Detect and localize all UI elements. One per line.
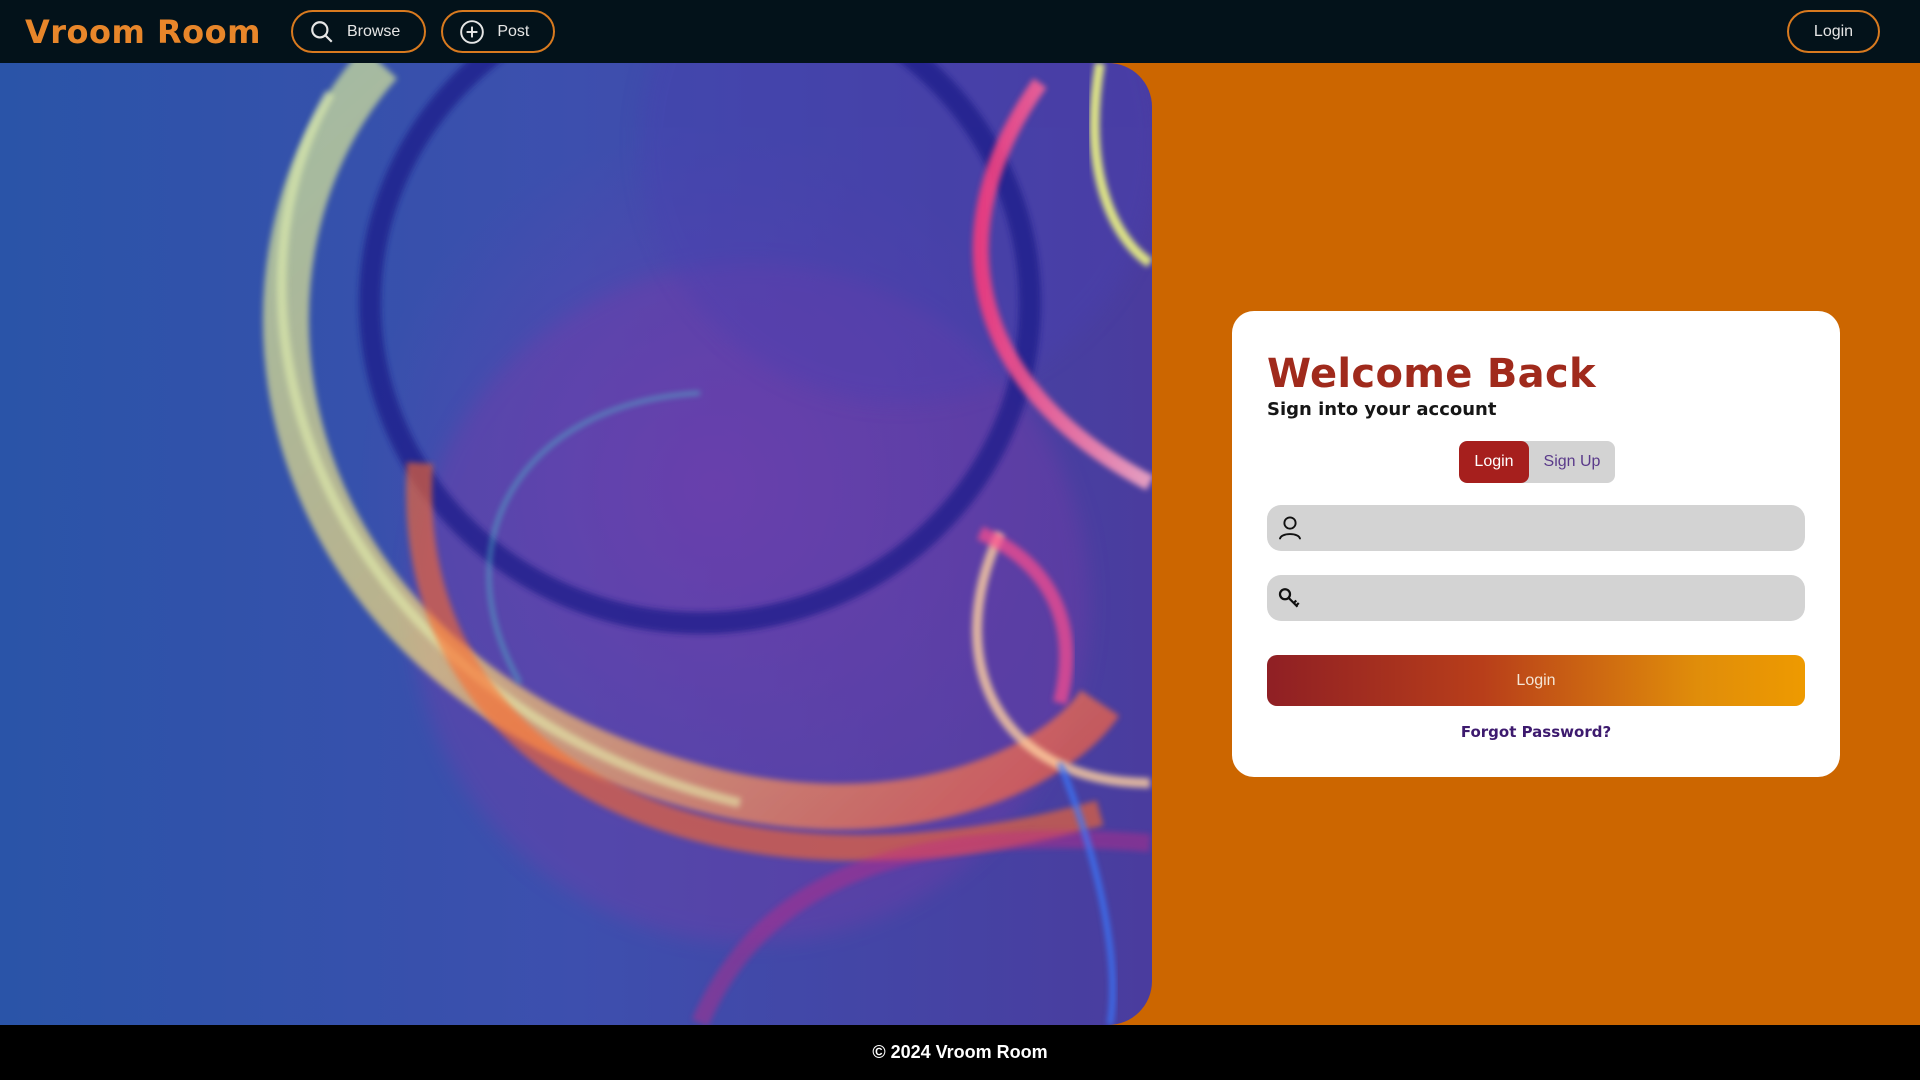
search-icon xyxy=(311,20,333,43)
auth-mode-toggle: Login Sign Up xyxy=(1459,441,1615,483)
footer-copyright: © 2024 Vroom Room xyxy=(872,1042,1048,1062)
key-icon xyxy=(1278,588,1300,608)
login-submit-button[interactable]: Login xyxy=(1267,655,1805,706)
username-input[interactable] xyxy=(1305,505,1805,551)
card-title: Welcome Back xyxy=(1267,351,1596,397)
username-field xyxy=(1267,505,1805,551)
tab-login[interactable]: Login xyxy=(1459,441,1529,483)
browse-button[interactable]: Browse xyxy=(290,10,427,53)
password-field xyxy=(1267,575,1805,621)
hero-abstract-image xyxy=(0,63,1152,1025)
card-subtitle: Sign into your account xyxy=(1267,399,1497,420)
password-input[interactable] xyxy=(1305,575,1805,621)
plus-circle-icon xyxy=(460,19,485,44)
tab-sign-up[interactable]: Sign Up xyxy=(1529,441,1615,483)
page-footer: © 2024 Vroom Room xyxy=(0,1025,1920,1080)
post-label: Post xyxy=(497,22,530,40)
browse-label: Browse xyxy=(346,22,401,40)
forgot-password-link[interactable]: Forgot Password? xyxy=(1232,723,1840,741)
post-button[interactable]: Post xyxy=(441,10,556,53)
top-navbar: Vroom Room Browse Post Login xyxy=(0,0,1920,63)
login-card: Welcome Back Sign into your account Logi… xyxy=(1232,311,1840,777)
nav-login-button[interactable]: Login xyxy=(1787,10,1880,53)
abstract-swirl-art xyxy=(262,63,1152,1025)
user-icon xyxy=(1279,516,1301,540)
brand-logo[interactable]: Vroom Room xyxy=(25,13,261,51)
